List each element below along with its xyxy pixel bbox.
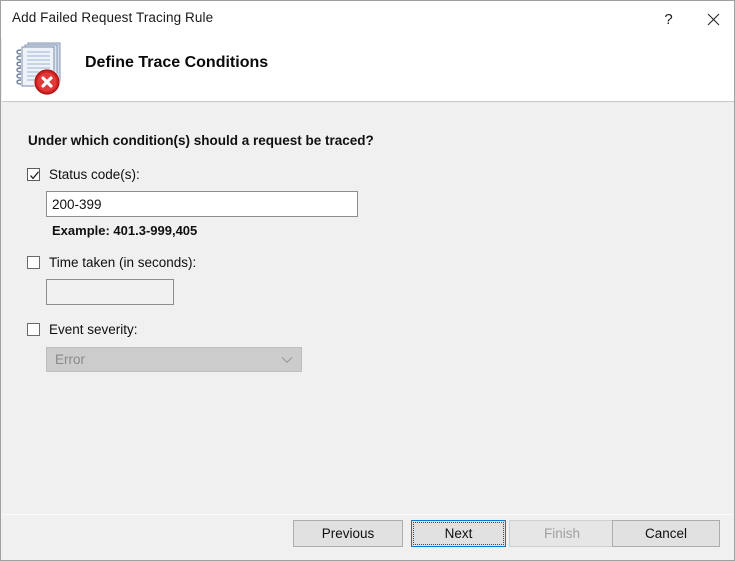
time-taken-checkbox[interactable]	[27, 256, 40, 269]
status-code-label: Status code(s):	[49, 167, 140, 182]
status-code-input[interactable]	[46, 191, 358, 217]
time-taken-input[interactable]	[46, 279, 174, 305]
event-severity-dropdown[interactable]: Error	[46, 347, 302, 372]
status-code-checkbox-row[interactable]: Status code(s):	[27, 167, 140, 182]
close-button[interactable]	[691, 1, 735, 38]
page-title: Define Trace Conditions	[85, 54, 268, 72]
status-code-hint: Example: 401.3-999,405	[52, 223, 197, 238]
title-bar-buttons: ?	[646, 1, 735, 38]
status-code-checkbox[interactable]	[27, 168, 40, 181]
event-severity-checkbox-row[interactable]: Event severity:	[27, 322, 138, 337]
log-file-error-icon	[14, 39, 76, 97]
help-button[interactable]: ?	[646, 1, 691, 38]
window-title: Add Failed Request Tracing Rule	[12, 10, 213, 25]
event-severity-label: Event severity:	[49, 322, 138, 337]
close-icon	[707, 13, 720, 26]
add-failed-request-tracing-rule-dialog: Add Failed Request Tracing Rule ?	[0, 0, 735, 561]
title-bar: Add Failed Request Tracing Rule ?	[1, 1, 735, 38]
error-badge-icon	[34, 69, 60, 95]
condition-prompt: Under which condition(s) should a reques…	[28, 133, 374, 148]
cancel-button[interactable]: Cancel	[612, 520, 720, 547]
event-severity-checkbox[interactable]	[27, 323, 40, 336]
chevron-down-icon	[281, 351, 293, 369]
finish-button[interactable]: Finish	[509, 520, 615, 547]
next-button[interactable]: Next	[411, 520, 506, 547]
time-taken-label: Time taken (in seconds):	[49, 255, 196, 270]
event-severity-value: Error	[55, 352, 85, 367]
dialog-body	[2, 102, 735, 514]
previous-button[interactable]: Previous	[293, 520, 403, 547]
checkmark-icon	[29, 170, 40, 181]
question-mark-icon: ?	[664, 11, 672, 28]
time-taken-checkbox-row[interactable]: Time taken (in seconds):	[27, 255, 196, 270]
